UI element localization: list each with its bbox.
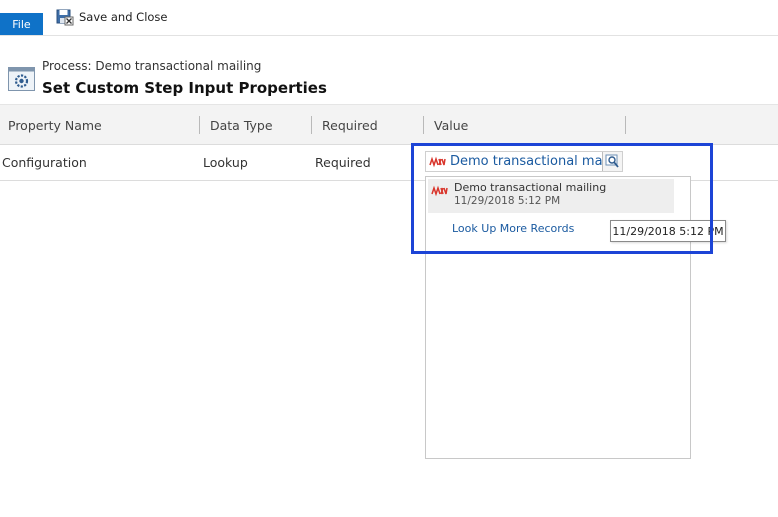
ribbon-divider	[0, 35, 778, 36]
column-header-property-name[interactable]: Property Name	[8, 118, 102, 133]
cell-property-name: Configuration	[2, 155, 87, 170]
cell-data-type: Lookup	[203, 155, 248, 170]
column-separator	[625, 116, 626, 134]
cell-required: Required	[315, 155, 371, 170]
column-header-data-type[interactable]: Data Type	[210, 118, 273, 133]
file-tab[interactable]: File	[0, 13, 43, 36]
save-and-close-label: Save and Close	[79, 10, 168, 24]
column-header-value[interactable]: Value	[434, 118, 468, 133]
save-close-icon	[56, 9, 74, 25]
highlight-box	[411, 143, 713, 254]
grid-header: Property Name Data Type Required Value	[0, 104, 778, 145]
column-separator	[311, 116, 312, 134]
column-separator	[199, 116, 200, 134]
process-gear-icon	[8, 67, 35, 91]
process-label: Process: Demo transactional mailing	[42, 59, 262, 73]
save-and-close-button[interactable]: Save and Close	[56, 6, 168, 28]
column-separator	[423, 116, 424, 134]
column-header-required[interactable]: Required	[322, 118, 378, 133]
page-title: Set Custom Step Input Properties	[42, 79, 327, 97]
